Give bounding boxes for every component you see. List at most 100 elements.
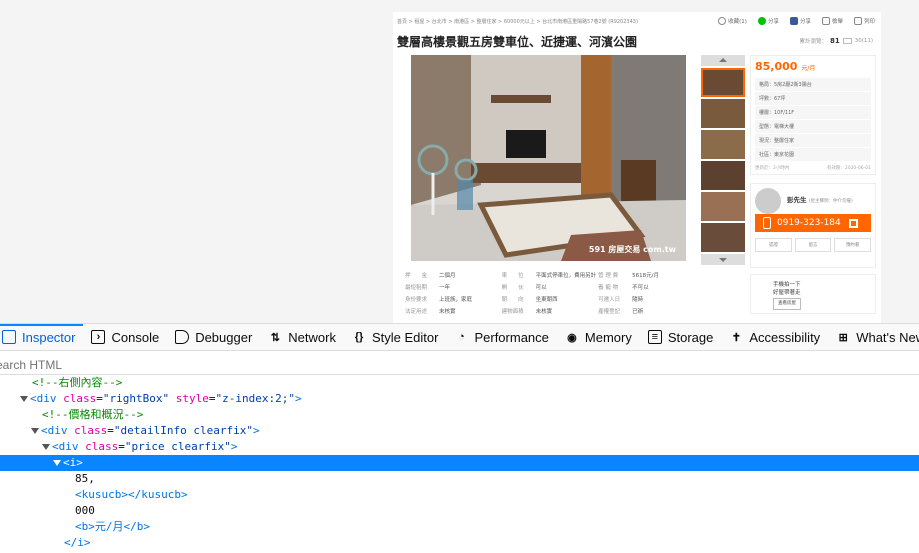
expand-arrow-icon[interactable] <box>53 460 61 466</box>
tab-performance[interactable]: ◔ Performance <box>446 324 556 350</box>
tree-node[interactable]: <b>元/月</b> <box>0 519 919 535</box>
detail-value: 5618元/月 <box>632 273 659 279</box>
expand-arrow-icon[interactable] <box>20 396 28 402</box>
detail-key: 建物面積 <box>501 309 524 315</box>
spec-item: 格局：5房2廳2衛3陽台 <box>755 78 871 91</box>
facebook-icon <box>789 17 798 25</box>
detail-cell: 法定用途 未核實 <box>405 307 502 315</box>
tab-network[interactable]: ⇅ Network <box>260 324 344 350</box>
listing-content: 首頁 > 租屋 > 台北市 > 南港區 > 整層住家 > 60000元以上 > … <box>393 12 881 323</box>
tree-text-node[interactable]: 85, <box>0 471 919 487</box>
tab-console[interactable]: › Console <box>83 324 167 350</box>
detail-value: 二個月 <box>439 273 456 279</box>
update-info: 更新於：2小時內 有效期：2020-06-01 <box>755 165 871 171</box>
print-label: 列印 <box>863 19 875 25</box>
breadcrumb-id: (R9202343) <box>608 19 638 25</box>
views-extra: 30(11) <box>854 38 873 44</box>
tab-debugger[interactable]: Debugger <box>167 324 260 350</box>
agent-box: 彭先生 (屋主聲明：仲介勿擾) 0919-323-184 認證 留言 預約看 <box>750 183 876 268</box>
qr-view-button[interactable]: 查看房屋 <box>773 298 801 310</box>
line-share-button[interactable]: 分享 <box>757 17 779 25</box>
attr-value[interactable]: "z-index:2;" <box>215 392 294 405</box>
tree-node[interactable]: <!--右側內容--> <box>0 375 919 391</box>
network-icon: ⇅ <box>270 331 280 344</box>
main-photo[interactable]: 591 房屋交易 com.tw <box>411 55 686 261</box>
phone-number: 0919-323-184 <box>777 218 841 228</box>
detail-cell: 養 寵 物 不可以 <box>598 283 695 291</box>
tree-node[interactable]: </i> <box>0 535 919 551</box>
search-html-input[interactable]: Search HTML <box>0 352 919 375</box>
tab-inspector[interactable]: Inspector <box>0 324 84 350</box>
agent-role: (屋主聲明：仲介勿擾) <box>808 199 853 204</box>
expand-arrow-icon[interactable] <box>42 444 50 450</box>
facebook-share-button[interactable]: 分享 <box>789 17 811 25</box>
tab-label: Inspector <box>22 329 76 345</box>
spec-item: 現況：整層住家 <box>755 134 871 147</box>
tab-style-editor[interactable]: {} Style Editor <box>344 324 446 350</box>
tree-node-selected[interactable]: <i> <box>0 455 919 471</box>
appointment-button[interactable]: 預約看 <box>834 238 872 252</box>
right-box: 85,000 元/月 格局：5房2廳2衛3陽台 坪數：67坪 樓層：10F/11… <box>750 55 876 314</box>
tab-label: Network <box>288 329 336 345</box>
thumbnail[interactable] <box>701 130 745 159</box>
attr-value[interactable]: "rightBox" <box>103 392 169 405</box>
tab-accessibility[interactable]: ✝ Accessibility <box>721 324 828 350</box>
thumbnail-down-arrow[interactable] <box>701 254 745 265</box>
thumbnail[interactable] <box>701 161 745 190</box>
web-page: 首頁 > 租屋 > 台北市 > 南港區 > 整層住家 > 60000元以上 > … <box>0 0 919 323</box>
attr-value[interactable]: "price clearfix" <box>125 440 231 453</box>
closing-tag: </i> <box>64 536 91 549</box>
detail-cell: 可遷入日 隨時 <box>598 295 695 303</box>
detail-key: 車 位 <box>501 273 524 279</box>
breadcrumb[interactable]: 首頁 > 租屋 > 台北市 > 南港區 > 整層住家 > 60000元以上 > … <box>397 18 638 25</box>
tab-label: What's New <box>856 329 919 345</box>
detail-row: 法定用途 未核實 建物面積 未核實 產權登記 已辦 <box>405 305 695 317</box>
comment-text: <!--價格和概況--> <box>42 408 144 421</box>
phone-button[interactable]: 0919-323-184 <box>755 214 871 232</box>
detail-row: 身份要求 上班族，家庭 朝 向 坐東朝西 可遷入日 隨時 <box>405 293 695 305</box>
attr-value[interactable]: "detailInfo clearfix" <box>114 424 253 437</box>
detail-row: 押 金 二個月 車 位 平面式停車位，費用另計 管 理 費 5618元/月 <box>405 269 695 281</box>
thumbnail[interactable] <box>701 68 745 97</box>
detail-value: 未核實 <box>535 309 553 315</box>
print-button[interactable]: 列印 <box>853 17 875 25</box>
thumbnail[interactable] <box>701 99 745 128</box>
expand-arrow-icon[interactable] <box>31 428 39 434</box>
text-node: 000 <box>75 504 95 517</box>
thumbnail[interactable] <box>701 223 745 252</box>
tree-node[interactable]: <kusucb></kusucb> <box>0 487 919 503</box>
report-button[interactable]: 檢舉 <box>821 17 843 25</box>
attr-name: class <box>85 440 119 453</box>
tree-text-node[interactable]: 000 <box>0 503 919 519</box>
price: 85,000 元/月 <box>755 60 871 73</box>
tab-label: Performance <box>474 329 549 345</box>
inspector-icon <box>2 330 16 344</box>
warning-icon <box>821 17 830 25</box>
tree-node[interactable]: <!--價格和概況--> <box>0 407 919 423</box>
detail-value: 可以 <box>535 285 547 291</box>
verify-button[interactable]: 認證 <box>755 238 792 252</box>
view-counter: 累計瀏覽： 81 30(11) <box>799 37 873 45</box>
debugger-icon <box>175 330 190 344</box>
tab-memory[interactable]: ◉ Memory <box>557 324 640 350</box>
spec-item: 樓層：10F/11F <box>755 106 871 119</box>
breadcrumb-path[interactable]: 首頁 > 租屋 > 台北市 > 南港區 > 整層住家 > 60000元以上 > … <box>397 19 607 25</box>
tree-node[interactable]: <div class="rightBox" style="z-index:2;"… <box>0 391 919 407</box>
tab-storage[interactable]: ≡ Storage <box>640 324 722 350</box>
text-node: 85, <box>75 472 95 485</box>
favorite-button[interactable]: 收藏(1) <box>718 17 747 25</box>
qr-line-2: 好屋帶著走 <box>773 290 801 296</box>
tree-node[interactable]: <div class="price clearfix"> <box>0 439 919 455</box>
thumbnail-up-arrow[interactable] <box>701 55 745 66</box>
devtools-toolbar: Inspector › Console Debugger ⇅ Network {… <box>0 323 919 351</box>
message-button[interactable]: 留言 <box>794 238 832 252</box>
thumbnail[interactable] <box>701 192 745 221</box>
detail-cell: 朝 向 坐東朝西 <box>502 295 599 303</box>
tab-label: Accessibility <box>749 329 821 345</box>
tab-whats-new[interactable]: ⊞ What's New <box>828 324 919 350</box>
console-icon: › <box>91 330 106 344</box>
tree-node[interactable]: <div class="detailInfo clearfix"> <box>0 423 919 439</box>
phone-icon <box>763 217 771 229</box>
detail-cell: 押 金 二個月 <box>405 271 502 279</box>
tag-name: div <box>47 424 68 437</box>
